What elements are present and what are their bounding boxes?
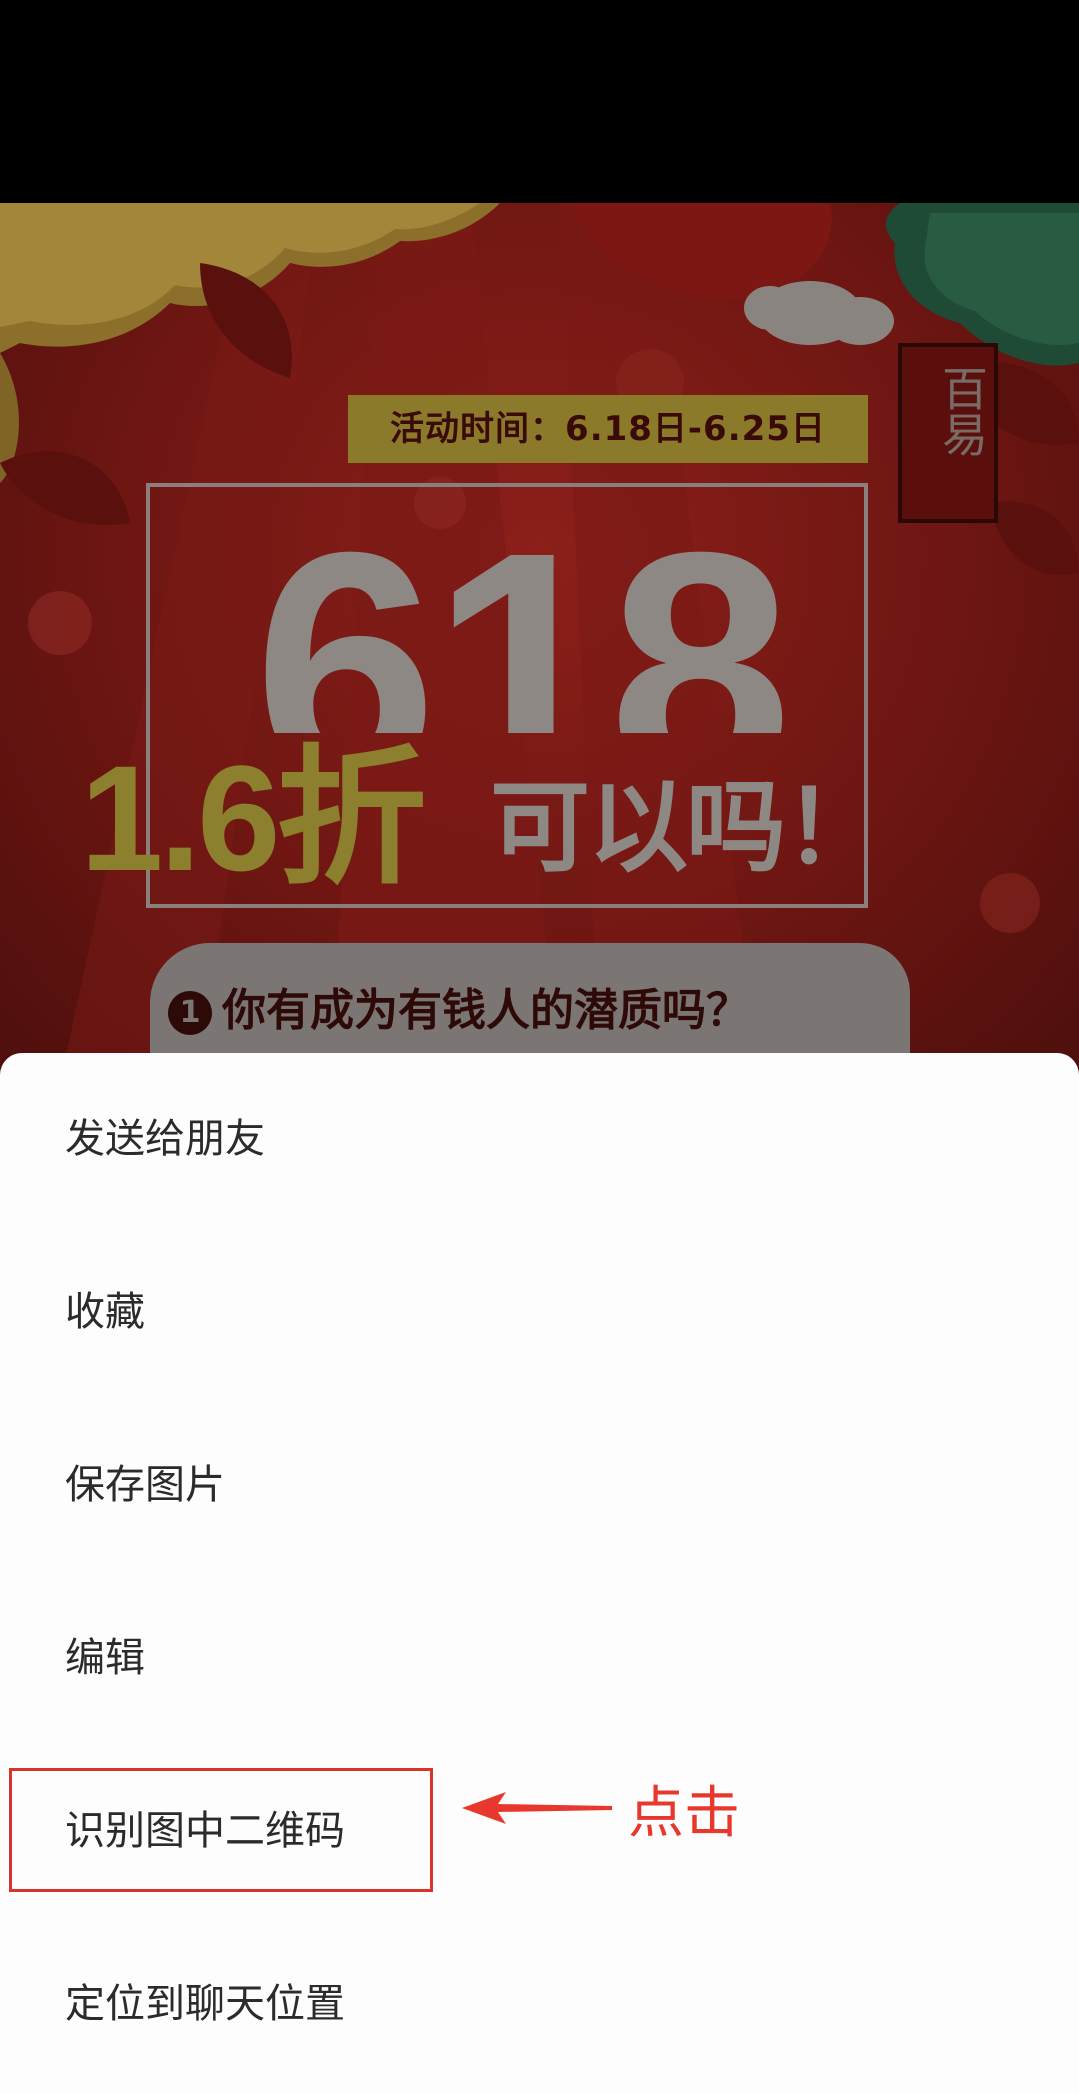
poster-image[interactable]: 活动时间：6.18日-6.25日 百易 618 1.6折 可以吗！ 1 你有成为有… — [0, 203, 1079, 1083]
event-time-banner: 活动时间：6.18日-6.25日 — [348, 395, 868, 463]
question-number-badge: 1 — [168, 991, 212, 1035]
menu-item-locate-in-chat[interactable]: 定位到聊天位置 — [0, 1918, 1079, 2091]
tap-annotation-label: 点击 — [628, 1781, 740, 1846]
question-text: 你有成为有钱人的潜质吗？ — [222, 985, 750, 1036]
screen: 活动时间：6.18日-6.25日 百易 618 1.6折 可以吗！ 1 你有成为有… — [0, 0, 1079, 2093]
top-black-bar — [0, 0, 1079, 203]
question-line: 1 你有成为有钱人的潜质吗？ — [168, 981, 750, 1041]
question-headline: 可以吗！ — [490, 769, 884, 886]
big-618-number: 618 — [253, 503, 793, 733]
menu-item-save-image[interactable]: 保存图片 — [0, 1399, 1079, 1572]
seal-stamp: 百易 — [898, 343, 998, 523]
seal-text: 百易 — [935, 365, 989, 457]
menu-item-edit[interactable]: 编辑 — [0, 1572, 1079, 1745]
menu-item-send-to-friend[interactable]: 发送给朋友 — [0, 1053, 1079, 1226]
menu-item-scan-qr-code[interactable]: 识别图中二维码 — [0, 1745, 1079, 1918]
left-arrow-icon — [462, 1792, 612, 1824]
menu-item-favorite[interactable]: 收藏 — [0, 1226, 1079, 1399]
discount-text: 1.6折 — [80, 734, 427, 902]
